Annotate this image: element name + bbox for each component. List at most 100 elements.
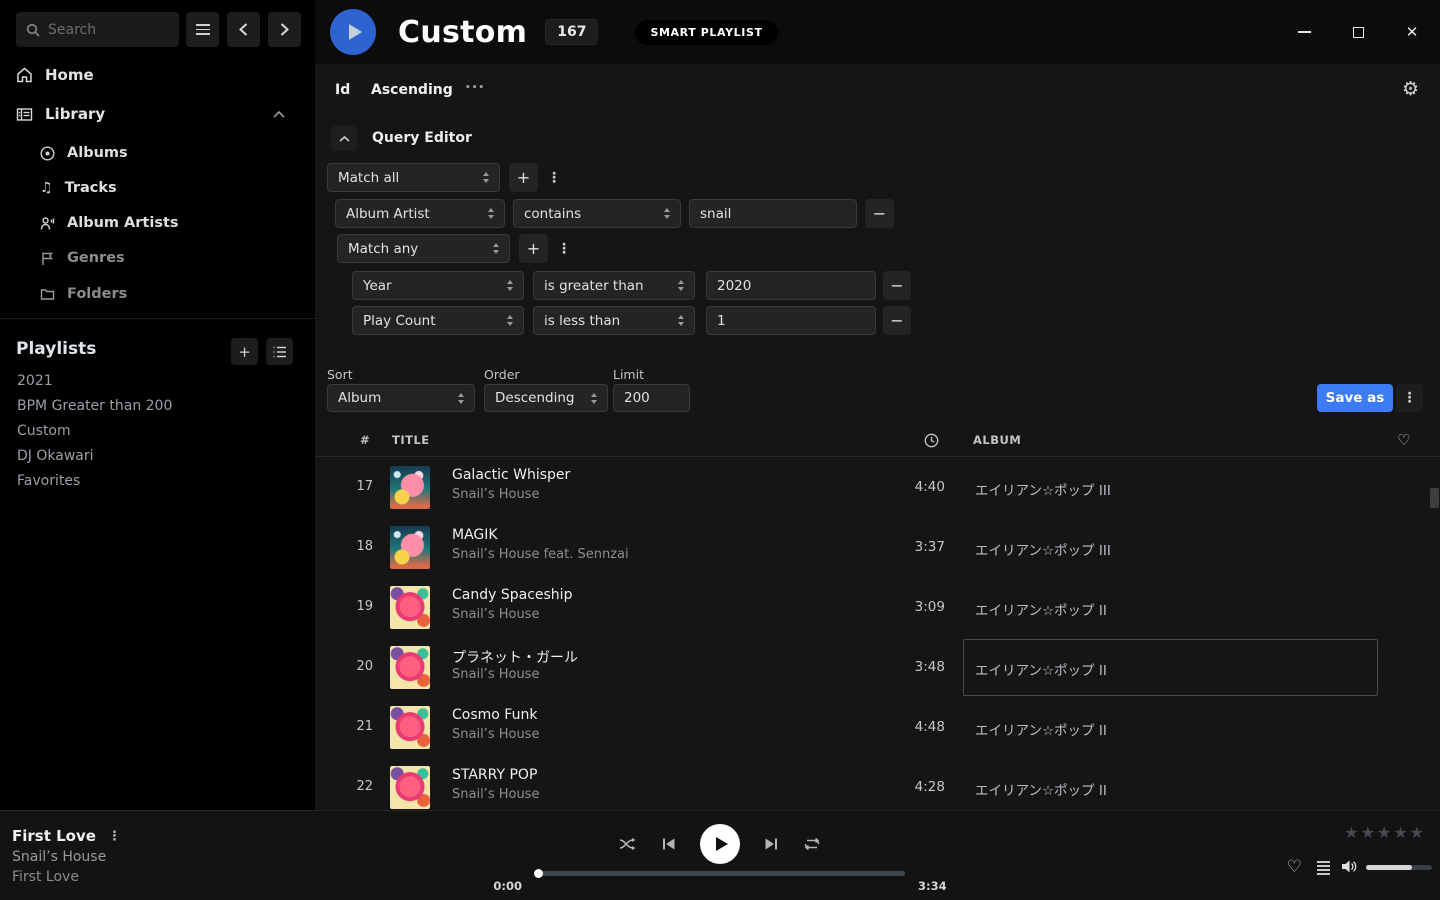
rule2-operator-select[interactable]: is greater than: [533, 271, 695, 300]
table-row[interactable]: 21 Cosmo Funk Snail’s House 4:48 エイリアン☆ポ…: [315, 698, 1440, 758]
sort-select[interactable]: Album: [327, 384, 475, 412]
favorite-button[interactable]: ♡: [1287, 857, 1302, 877]
track-artist[interactable]: Snail’s House: [452, 727, 539, 742]
star-icon[interactable]: ★: [1393, 823, 1408, 842]
volume-button[interactable]: [1341, 859, 1358, 874]
seek-bar[interactable]: [535, 871, 905, 876]
search-box[interactable]: [16, 12, 179, 47]
sort-field-button[interactable]: Id: [335, 82, 350, 98]
sidebar-item-home[interactable]: Home: [16, 60, 299, 90]
sidebar-item-genres[interactable]: Genres: [40, 244, 125, 272]
save-as-button[interactable]: Save as: [1317, 384, 1393, 412]
add-playlist-button[interactable]: +: [231, 338, 258, 365]
add-rule-button-2[interactable]: +: [519, 234, 548, 263]
playlist-item[interactable]: Favorites: [17, 470, 80, 492]
rule3-value-input[interactable]: 1: [706, 306, 876, 335]
table-row[interactable]: 20 プラネット・ガール Snail’s House 3:48 エイリアン☆ポッ…: [315, 638, 1440, 698]
seek-handle[interactable]: [534, 869, 543, 878]
play-playlist-button[interactable]: [330, 9, 376, 55]
track-album[interactable]: エイリアン☆ポップ III: [975, 479, 1111, 499]
track-title[interactable]: Cosmo Funk: [452, 707, 537, 723]
match-type-select-2[interactable]: Match any: [337, 234, 510, 263]
nav-back-button[interactable]: [227, 12, 260, 47]
duration-clock-icon[interactable]: [924, 433, 939, 448]
nav-forward-button[interactable]: [268, 12, 301, 47]
menu-button[interactable]: [186, 12, 219, 47]
remove-rule1-button[interactable]: −: [865, 199, 894, 228]
rule2-value-input[interactable]: 2020: [706, 271, 876, 300]
track-album[interactable]: エイリアン☆ポップ II: [975, 779, 1107, 799]
maximize-button[interactable]: [1343, 17, 1373, 47]
remove-rule2-button[interactable]: −: [883, 271, 911, 300]
playlist-item[interactable]: 2021: [17, 370, 53, 392]
track-cover[interactable]: [390, 706, 430, 749]
track-artist[interactable]: Snail’s House: [452, 667, 539, 682]
sidebar-item-folders[interactable]: Folders: [40, 280, 127, 308]
group-menu-button-2[interactable]: ⋮: [557, 234, 571, 263]
add-rule-button-1[interactable]: +: [509, 163, 538, 192]
repeat-button[interactable]: [802, 834, 822, 854]
sidebar-item-library[interactable]: Library: [16, 99, 299, 129]
query-editor-collapse-button[interactable]: [331, 126, 357, 151]
minimize-button[interactable]: [1289, 17, 1319, 47]
star-icon[interactable]: ★: [1410, 823, 1425, 842]
track-title[interactable]: STARRY POP: [452, 767, 537, 783]
table-row[interactable]: 17 Galactic Whisper Snail’s House 4:40 エ…: [315, 458, 1440, 518]
sidebar-item-tracks[interactable]: ♫ Tracks: [40, 174, 117, 202]
track-album[interactable]: エイリアン☆ポップ II: [975, 719, 1107, 739]
track-title[interactable]: プラネット・ガール: [452, 647, 578, 667]
track-title[interactable]: Galactic Whisper: [452, 467, 570, 483]
playlist-item[interactable]: Custom: [17, 420, 71, 442]
track-cover[interactable]: [390, 766, 430, 809]
track-title[interactable]: MAGIK: [452, 527, 498, 543]
limit-input[interactable]: 200: [613, 384, 690, 412]
rule3-operator-select[interactable]: is less than: [533, 306, 695, 335]
now-playing-title[interactable]: First Love ⋮: [12, 827, 121, 845]
rule1-operator-select[interactable]: contains: [513, 199, 681, 228]
favorite-heart-icon[interactable]: ♡: [1397, 431, 1411, 449]
close-button[interactable]: ✕: [1397, 17, 1427, 47]
track-title[interactable]: Candy Spaceship: [452, 587, 572, 603]
sidebar-item-album-artists[interactable]: Album Artists: [40, 209, 179, 237]
remove-rule3-button[interactable]: −: [883, 306, 911, 335]
track-album[interactable]: エイリアン☆ポップ II: [975, 659, 1107, 679]
rule3-field-select[interactable]: Play Count: [352, 306, 524, 335]
now-playing-artist[interactable]: Snail’s House: [12, 849, 106, 865]
table-row[interactable]: 18 MAGIK Snail’s House feat. Sennzai 3:3…: [315, 518, 1440, 578]
track-cover[interactable]: [390, 466, 430, 509]
track-artist[interactable]: Snail’s House: [452, 607, 539, 622]
table-row[interactable]: 22 STARRY POP Snail’s House 4:28 エイリアン☆ポ…: [315, 758, 1440, 810]
volume-slider[interactable]: [1366, 865, 1432, 870]
scrollbar-thumb[interactable]: [1430, 488, 1439, 508]
kebab-icon[interactable]: ⋮: [108, 829, 121, 844]
more-options-button[interactable]: ···: [465, 78, 485, 96]
track-cover[interactable]: [390, 646, 430, 689]
playlist-item[interactable]: BPM Greater than 200: [17, 395, 172, 417]
search-input[interactable]: [48, 22, 158, 38]
table-row[interactable]: 19 Candy Spaceship Snail’s House 3:09 エイ…: [315, 578, 1440, 638]
track-cover[interactable]: [390, 586, 430, 629]
now-playing-album[interactable]: First Love: [12, 869, 79, 885]
star-icon[interactable]: ★: [1344, 823, 1359, 842]
col-index[interactable]: #: [360, 433, 370, 447]
track-cover[interactable]: [390, 526, 430, 569]
rule2-field-select[interactable]: Year: [352, 271, 524, 300]
col-title[interactable]: TITLE: [392, 433, 430, 447]
track-artist[interactable]: Snail’s House: [452, 787, 539, 802]
gear-icon[interactable]: ⚙: [1402, 78, 1419, 100]
sidebar-item-albums[interactable]: Albums: [40, 139, 128, 167]
sort-direction-button[interactable]: Ascending: [371, 82, 453, 98]
shuffle-button[interactable]: [618, 834, 638, 854]
track-album[interactable]: エイリアン☆ポップ III: [975, 539, 1111, 559]
group-menu-button-1[interactable]: ⋮: [547, 163, 561, 192]
previous-button[interactable]: [659, 834, 679, 854]
rule1-value-input[interactable]: snail: [689, 199, 857, 228]
rule1-field-select[interactable]: Album Artist: [335, 199, 505, 228]
playlist-list-button[interactable]: [266, 338, 293, 365]
col-album[interactable]: ALBUM: [973, 433, 1021, 447]
save-menu-button[interactable]: ⋮: [1396, 384, 1423, 412]
star-icon[interactable]: ★: [1377, 823, 1392, 842]
star-icon[interactable]: ★: [1361, 823, 1376, 842]
play-button[interactable]: [700, 824, 740, 864]
playlist-item[interactable]: DJ Okawari: [17, 445, 94, 467]
